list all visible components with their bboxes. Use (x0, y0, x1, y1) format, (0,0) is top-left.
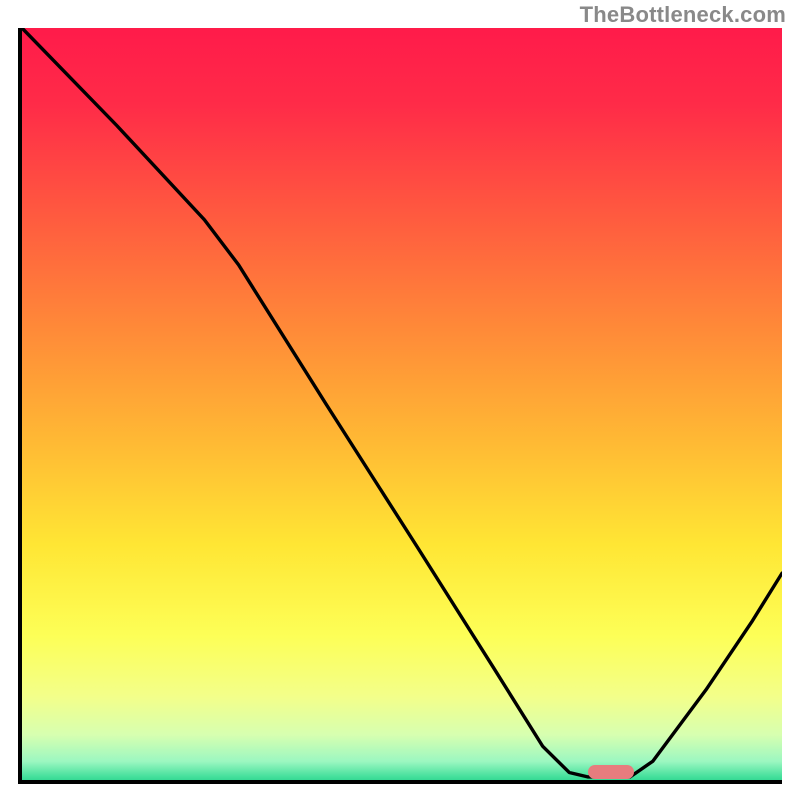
chart-container: TheBottleneck.com (0, 0, 800, 800)
watermark-text: TheBottleneck.com (580, 2, 786, 28)
plot-area (18, 28, 782, 784)
bottleneck-curve (22, 28, 782, 780)
optimal-range-marker (588, 765, 634, 779)
